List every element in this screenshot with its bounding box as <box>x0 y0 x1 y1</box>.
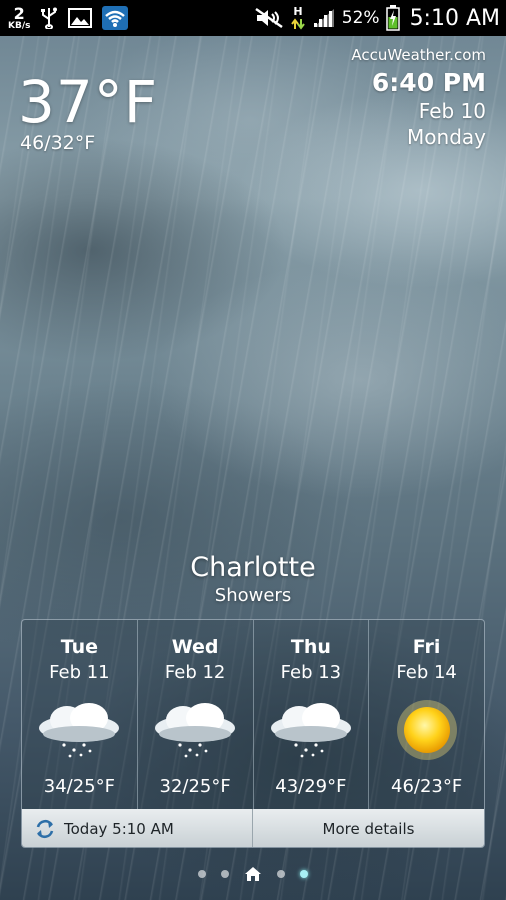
signal-icon <box>312 7 336 29</box>
forecast-day-date: Feb 12 <box>164 662 226 683</box>
snow-cloud-icon <box>270 703 351 758</box>
forecast-day-date: Feb 13 <box>280 662 342 683</box>
page-dot[interactable] <box>277 870 285 878</box>
page-dot[interactable] <box>221 870 229 878</box>
network-type-label: H <box>293 5 302 18</box>
more-details-label: More details <box>322 819 415 838</box>
forecast-footer: Today 5:10 AM More details <box>22 809 484 847</box>
mute-icon <box>254 7 284 29</box>
refresh-button[interactable]: Today 5:10 AM <box>22 809 253 847</box>
usb-icon <box>40 7 58 29</box>
accuweather-link[interactable]: AccuWeather.com <box>351 46 486 64</box>
page-dot-active[interactable] <box>300 870 308 878</box>
current-temperature[interactable]: 37°F <box>18 70 158 134</box>
forecast-day-date: Feb 14 <box>396 662 457 683</box>
data-speed-value: 2 <box>13 3 25 23</box>
weather-condition: Showers <box>214 585 292 606</box>
forecast-day-temps: 46/23°F <box>391 776 463 797</box>
sun-icon <box>396 700 457 760</box>
forecast-day-temps: 43/29°F <box>275 776 347 797</box>
battery-charging-icon <box>385 5 400 31</box>
time-date-block[interactable]: AccuWeather.com 6:40 PM Feb 10 Monday <box>351 46 486 149</box>
forecast-day-name: Wed <box>171 636 219 658</box>
hi-lo-temperature: 46/32°F <box>20 132 96 154</box>
page-indicator <box>0 866 506 882</box>
city-name[interactable]: Charlotte <box>0 552 506 583</box>
forecast-day-name: Fri <box>412 636 441 658</box>
status-clock: 5:10 AM <box>409 5 500 31</box>
snow-cloud-icon <box>155 703 236 758</box>
forecast-day-name: Tue <box>60 636 99 658</box>
page-dot[interactable] <box>198 870 206 878</box>
image-icon <box>68 8 93 28</box>
forecast-day-name: Thu <box>290 636 331 658</box>
forecast-panel: Tue Feb 11 34/25°F Wed Feb 12 32/25°F Th… <box>21 619 485 848</box>
local-weekday: Monday <box>407 125 486 149</box>
forecast-day[interactable]: Thu Feb 13 43/29°F <box>254 620 370 809</box>
status-bar: 2 KB/s H 52% 5:10 AM <box>0 0 506 36</box>
forecast-day-date: Feb 11 <box>49 662 110 683</box>
forecast-day[interactable]: Fri Feb 14 46/23°F <box>369 620 484 809</box>
local-date: Feb 10 <box>418 99 486 123</box>
snow-cloud-icon <box>39 703 120 758</box>
forecast-day[interactable]: Wed Feb 12 32/25°F <box>138 620 254 809</box>
refresh-icon <box>36 819 54 838</box>
more-details-button[interactable]: More details <box>253 809 484 847</box>
data-arrows-icon: H <box>290 5 306 31</box>
home-page-icon[interactable] <box>244 866 262 882</box>
battery-percent: 52% <box>341 8 380 28</box>
forecast-day-temps: 34/25°F <box>43 776 115 797</box>
forecast-day[interactable]: Tue Feb 11 34/25°F <box>22 620 138 809</box>
local-time: 6:40 PM <box>371 68 486 97</box>
data-speed: 2 KB/s <box>8 3 31 31</box>
forecast-day-temps: 32/25°F <box>159 776 231 797</box>
wifi-icon <box>102 6 129 30</box>
data-speed-unit: KB/s <box>8 20 31 31</box>
last-updated-label: Today 5:10 AM <box>64 819 174 838</box>
